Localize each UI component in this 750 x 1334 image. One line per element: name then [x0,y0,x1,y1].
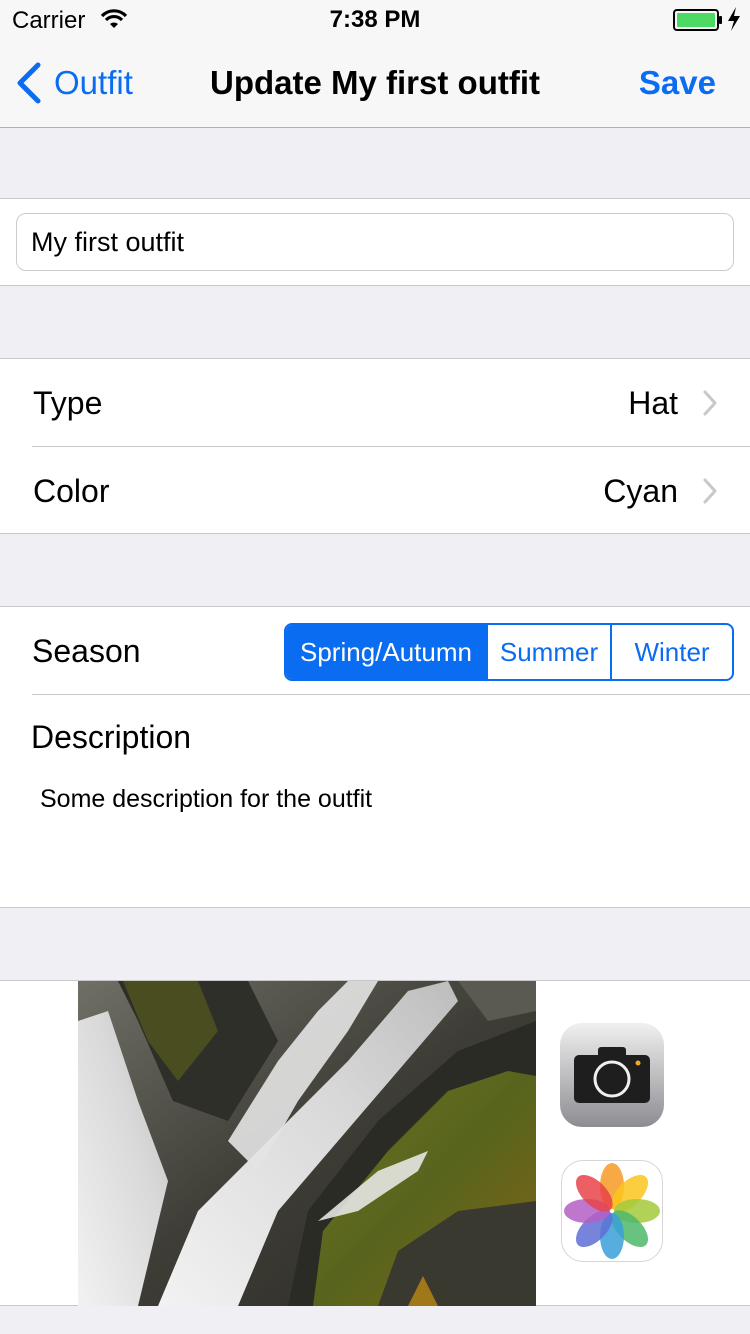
photos-icon [564,1163,660,1259]
photo-section [0,980,750,1306]
status-time: 7:38 PM [329,6,421,33]
save-button[interactable]: Save [639,64,716,102]
waterfall-photo [78,981,536,1306]
camera-icon [560,1023,664,1127]
outfit-name-input[interactable] [16,213,734,271]
color-label: Color [33,473,110,509]
season-option-summer[interactable]: Summer [486,625,610,679]
charging-bolt-icon [728,7,740,31]
battery-icon [673,9,722,31]
season-option-winter[interactable]: Winter [610,625,732,679]
season-label: Season [32,633,141,669]
camera-button[interactable] [560,1023,664,1127]
details-section: Type Hat Color Cyan [0,358,750,534]
type-row[interactable]: Type Hat [0,359,750,447]
row-separator [32,694,750,695]
type-label: Type [33,385,103,421]
status-bar: Carrier 7:38 PM [0,0,750,40]
page-title: Update My first outfit [210,64,540,101]
navigation-bar: Outfit Update My first outfit Save [0,40,750,128]
season-section: Season Spring/Autumn Summer Winter Descr… [0,606,750,908]
color-row[interactable]: Color Cyan [0,447,750,535]
color-value: Cyan [603,473,678,509]
chevron-right-icon [703,390,717,416]
name-section [0,198,750,286]
season-option-spring-autumn[interactable]: Spring/Autumn [286,625,486,679]
season-segmented-control: Spring/Autumn Summer Winter [284,623,734,681]
description-label: Description [31,719,192,755]
type-value: Hat [628,385,678,421]
description-text-view[interactable]: Some description for the outfit [40,785,372,814]
chevron-right-icon [703,478,717,504]
photos-library-button[interactable] [561,1160,663,1262]
